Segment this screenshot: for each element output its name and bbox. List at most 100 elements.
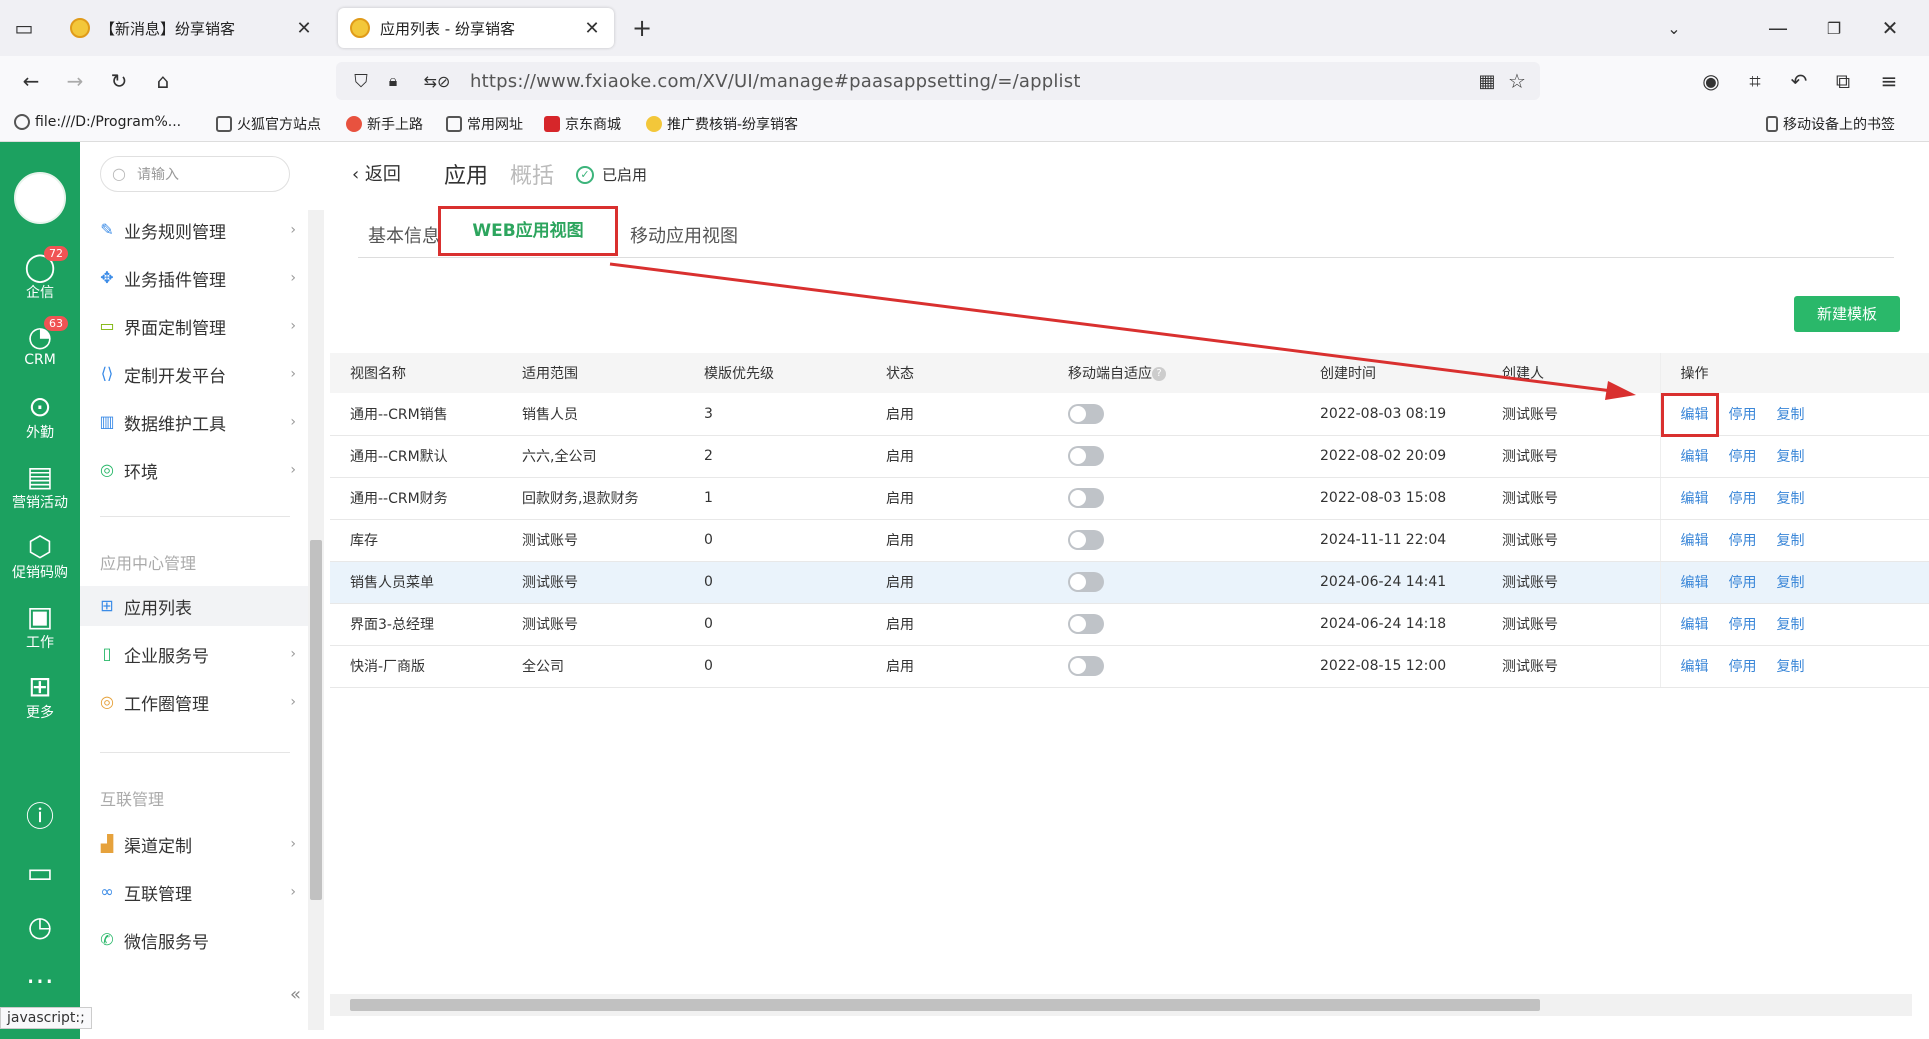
bookmark-item[interactable]: 推广费核销-纷享销客 xyxy=(646,114,798,134)
window-close-icon[interactable]: ✕ xyxy=(1876,14,1904,42)
mobile-adaptive-toggle[interactable] xyxy=(1068,572,1104,592)
collapse-sidebar-icon[interactable]: « xyxy=(290,984,301,1005)
notes-button[interactable]: ▭ xyxy=(0,858,80,888)
rail-item-marketing[interactable]: ▤ 营销活动 xyxy=(0,462,80,512)
rail-item-promo[interactable]: ⬡ 促销码购 xyxy=(0,532,80,582)
back-button[interactable]: ‹ 返回 xyxy=(352,160,401,186)
scrollbar-thumb[interactable] xyxy=(310,540,322,900)
help-button[interactable]: ⓘ xyxy=(0,802,80,832)
edit-link[interactable]: 编辑 xyxy=(1681,617,1709,633)
rail-item-more[interactable]: ⊞ 更多 xyxy=(0,672,80,722)
rail-item-field[interactable]: ⊙ 外勤 xyxy=(0,392,80,442)
bookmark-item[interactable]: file:///D:/Program%... xyxy=(14,114,181,130)
restore-icon[interactable]: ❐ xyxy=(1820,14,1848,42)
account-icon[interactable]: ◉ xyxy=(1696,66,1726,96)
help-icon[interactable]: ? xyxy=(1152,367,1166,381)
extensions-icon[interactable]: ⧉ xyxy=(1828,66,1858,96)
sidebar-item-business-rules[interactable]: ✎ 业务规则管理 › xyxy=(96,210,296,250)
back-arrow-icon[interactable]: ← xyxy=(16,66,46,96)
sidebar-item-ui-custom[interactable]: ▭ 界面定制管理 › xyxy=(96,306,296,346)
table-row[interactable]: 通用--CRM财务 回款财务,退款财务 1 启用 2022-08-03 15:08 测试账… xyxy=(330,477,1929,520)
copy-link[interactable]: 复制 xyxy=(1777,575,1805,591)
new-template-button[interactable]: 新建模板 xyxy=(1794,296,1900,332)
home-icon[interactable]: ⌂ xyxy=(148,66,178,96)
table-row[interactable]: 销售人员菜单 测试账号 0 启用 2024-06-24 14:41 测试账号 编辑 停用 复制 xyxy=(330,561,1929,604)
browser-tab-applist[interactable]: 应用列表 - 纷享销客 ✕ xyxy=(338,8,614,48)
table-row[interactable]: 快消-厂商版 全公司 0 启用 2022-08-15 12:00 测试账号 编辑 停用 复制 xyxy=(330,645,1929,688)
bookmark-item[interactable]: 京东商城 xyxy=(544,114,621,134)
tab-web-view[interactable]: WEB应用视图 xyxy=(438,206,618,256)
close-icon[interactable]: ✕ xyxy=(294,18,314,39)
edit-link[interactable]: 编辑 xyxy=(1681,533,1709,549)
table-horizontal-scrollbar[interactable] xyxy=(330,994,1912,1016)
undo-icon[interactable]: ↶ xyxy=(1784,66,1814,96)
sidebar-search-input[interactable]: 请输入 xyxy=(100,156,290,192)
mobile-adaptive-toggle[interactable] xyxy=(1068,656,1104,676)
copy-link[interactable]: 复制 xyxy=(1777,449,1805,465)
copy-link[interactable]: 复制 xyxy=(1777,491,1805,507)
crop-icon[interactable]: ⌗ xyxy=(1740,66,1770,96)
mobile-adaptive-toggle[interactable] xyxy=(1068,530,1104,550)
tab-mobile-view[interactable]: 移动应用视图 xyxy=(630,222,738,248)
sidebar-item-app-list[interactable]: ⊞ 应用列表 xyxy=(80,586,308,626)
menu-icon[interactable]: ≡ xyxy=(1874,66,1904,96)
bookmark-item[interactable]: 常用网址 xyxy=(446,114,523,134)
disable-link[interactable]: 停用 xyxy=(1729,659,1757,675)
edit-link[interactable]: 编辑 xyxy=(1681,491,1709,507)
overview-link[interactable]: 概括 xyxy=(510,158,554,190)
sidebar-item-plugins[interactable]: ✥ 业务插件管理 › xyxy=(96,258,296,298)
disable-link[interactable]: 停用 xyxy=(1729,533,1757,549)
sidebar-item-dev-platform[interactable]: ⟨⟩ 定制开发平台 › xyxy=(96,354,296,394)
table-row[interactable]: 库存 测试账号 0 启用 2024-11-11 22:04 测试账号 编辑 停用 复制 xyxy=(330,519,1929,562)
edit-link[interactable]: 编辑 xyxy=(1681,449,1709,465)
table-row[interactable]: 通用--CRM默认 六六,全公司 2 启用 2022-08-02 20:09 测试账号 编辑… xyxy=(330,435,1929,478)
more-options-button[interactable]: ⋯ xyxy=(0,966,80,996)
chevron-down-icon[interactable]: ⌄ xyxy=(1660,14,1688,42)
mobile-adaptive-toggle[interactable] xyxy=(1068,614,1104,634)
copy-link[interactable]: 复制 xyxy=(1777,533,1805,549)
copy-link[interactable]: 复制 xyxy=(1777,659,1805,675)
reload-icon[interactable]: ↻ xyxy=(104,66,134,96)
history-button[interactable]: ◷ xyxy=(0,912,80,942)
disable-link[interactable]: 停用 xyxy=(1729,575,1757,591)
scrollbar-thumb[interactable] xyxy=(350,999,1540,1011)
rail-item-crm[interactable]: ◔ 63 CRM xyxy=(0,316,80,368)
bookmark-item[interactable]: 新手上路 xyxy=(346,114,423,134)
mobile-adaptive-toggle[interactable] xyxy=(1068,446,1104,466)
mobile-adaptive-toggle[interactable] xyxy=(1068,488,1104,508)
sidebar-item-interconnect[interactable]: ∞ 互联管理 › xyxy=(96,872,296,912)
rail-item-work[interactable]: ▣ 工作 xyxy=(0,602,80,652)
sidebar-item-data-tools[interactable]: ▥ 数据维护工具 › xyxy=(96,402,296,442)
tab-list-icon[interactable]: ▭ xyxy=(10,14,38,42)
sidebar-item-wechat[interactable]: ✆ 微信服务号 xyxy=(96,920,296,960)
disable-link[interactable]: 停用 xyxy=(1729,491,1757,507)
minimize-icon[interactable]: — xyxy=(1764,14,1792,42)
sidebar-item-service-account[interactable]: ▯ 企业服务号 › xyxy=(96,634,296,674)
close-icon[interactable]: ✕ xyxy=(582,18,602,39)
tab-basic-info[interactable]: 基本信息 xyxy=(368,222,440,248)
company-logo[interactable] xyxy=(14,172,66,224)
copy-link[interactable]: 复制 xyxy=(1777,407,1805,423)
sidebar-item-channel[interactable]: ▟ 渠道定制 › xyxy=(96,824,296,864)
disable-link[interactable]: 停用 xyxy=(1729,617,1757,633)
disable-link[interactable]: 停用 xyxy=(1729,407,1757,423)
copy-link[interactable]: 复制 xyxy=(1777,617,1805,633)
bookmark-star-icon[interactable]: ☆ xyxy=(1504,68,1530,94)
sidebar-scrollbar[interactable] xyxy=(308,210,324,1030)
permissions-icon[interactable]: ⇆⊘ xyxy=(412,68,462,94)
lock-icon[interactable]: 🔒︎ xyxy=(380,68,406,94)
shield-icon[interactable]: ⛉ xyxy=(348,68,374,94)
url-text[interactable]: https://www.fxiaoke.com/XV/UI/manage#paa… xyxy=(470,71,1081,92)
bookmark-item[interactable]: 火狐官方站点 xyxy=(216,114,321,134)
qr-code-icon[interactable]: ▦ xyxy=(1474,68,1500,94)
mobile-adaptive-toggle[interactable] xyxy=(1068,403,1104,424)
sidebar-item-env[interactable]: ◎ 环境 › xyxy=(96,450,296,490)
forward-arrow-icon[interactable]: → xyxy=(60,66,90,96)
edit-link[interactable]: 编辑 xyxy=(1681,575,1709,591)
disable-link[interactable]: 停用 xyxy=(1729,449,1757,465)
edit-link[interactable]: 编辑 xyxy=(1681,659,1709,675)
sidebar-item-work-circle[interactable]: ◎ 工作圈管理 › xyxy=(96,682,296,722)
browser-tab-messages[interactable]: 【新消息】纷享销客 ✕ xyxy=(58,8,326,48)
table-row[interactable]: 界面3-总经理 测试账号 0 启用 2024-06-24 14:18 测试账号 编辑 停用 复制 xyxy=(330,603,1929,646)
address-bar[interactable]: ⛉ 🔒︎ ⇆⊘ https://www.fxiaoke.com/XV/UI/ma… xyxy=(336,62,1540,100)
